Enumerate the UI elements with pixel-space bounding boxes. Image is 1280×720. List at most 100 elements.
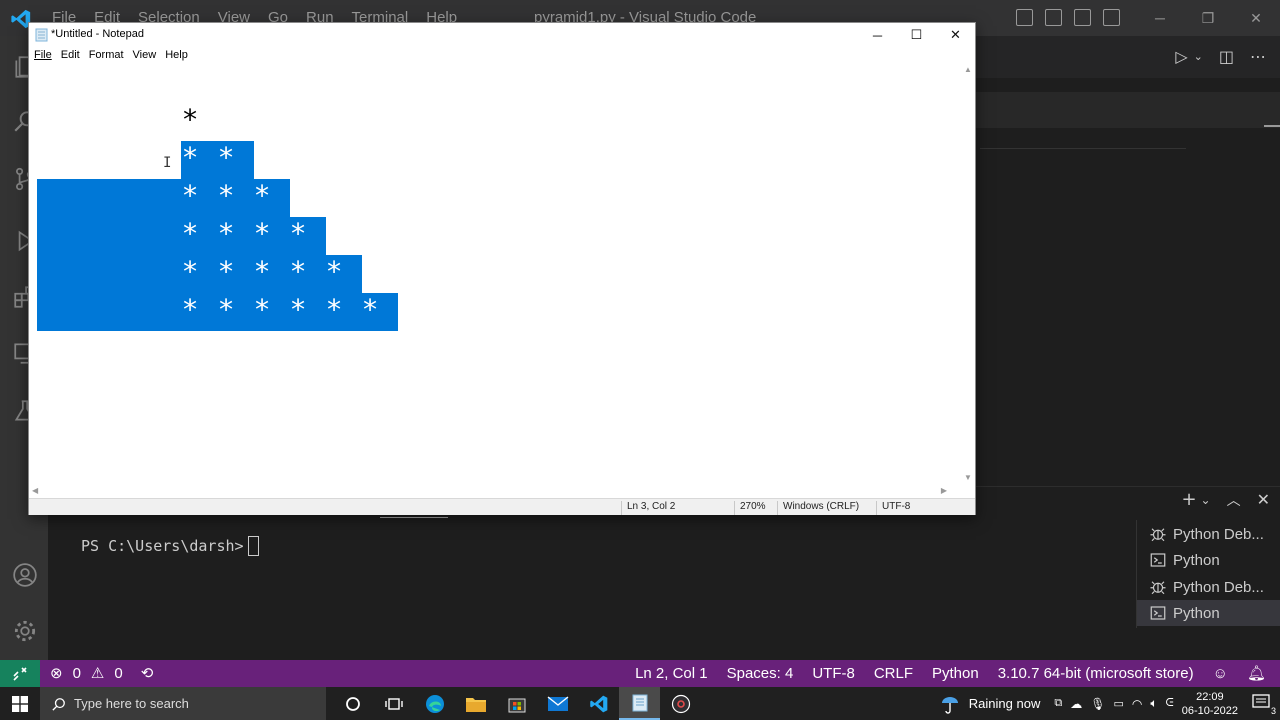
minimap-slider[interactable] <box>1264 125 1280 127</box>
asterisk: * <box>181 103 199 136</box>
menu-view[interactable]: View <box>133 49 157 61</box>
terminal-prompt: PS C:\Users\darsh> <box>81 537 244 555</box>
close-icon[interactable]: ✕ <box>936 23 975 47</box>
error-count: 0 <box>72 664 81 682</box>
volume-icon[interactable]: 🔈︎ <box>1150 696 1157 711</box>
scroll-down-arrow-icon[interactable]: ▼ <box>964 473 972 482</box>
menu-format[interactable]: Format <box>89 49 124 61</box>
terminal-session-label: Python Deb... <box>1173 578 1264 596</box>
accounts-icon[interactable] <box>12 562 38 588</box>
remote-icon <box>13 666 27 681</box>
taskbar-clock[interactable]: 22:09 06-10-2022 <box>1182 690 1238 718</box>
editor-tab-bar: ▷ ⌄ ◫ ⋯ <box>976 36 1280 78</box>
cursor-position[interactable]: Ln 2, Col 1 <box>635 665 708 682</box>
menu-help[interactable]: Help <box>165 49 188 61</box>
statusbar-right: Ln 2, Col 1 Spaces: 4 UTF-8 CRLF Python … <box>635 664 1266 683</box>
horizontal-scrollbar[interactable]: ◀ ▶ <box>29 484 961 498</box>
debug-icon <box>1150 528 1166 542</box>
settings-gear-icon[interactable] <box>12 618 38 644</box>
scroll-up-arrow-icon[interactable]: ▲ <box>964 65 972 74</box>
restore-icon[interactable]: ❐ <box>1184 0 1232 36</box>
asterisk: * <box>181 255 199 288</box>
notifications-bell-icon[interactable]: 🔔︎ <box>1247 664 1266 682</box>
close-panel-icon[interactable]: ✕ <box>1257 490 1270 509</box>
minimize-icon[interactable]: ─ <box>1136 0 1184 36</box>
file-encoding[interactable]: UTF-8 <box>812 665 855 682</box>
taskbar-apps <box>332 687 701 720</box>
new-terminal-icon[interactable]: + <box>1181 489 1196 510</box>
toggle-panel-icon[interactable] <box>1045 9 1062 26</box>
notepad-menubar: File Edit Format View Help <box>34 49 188 61</box>
terminal-prompt-line[interactable]: PS C:\Users\darsh> <box>81 536 259 556</box>
terminal-cursor <box>247 536 259 556</box>
maximize-icon[interactable]: ☐ <box>897 23 936 47</box>
live-share-icon[interactable]: ⟲ <box>141 664 154 682</box>
python-interpreter[interactable]: 3.10.7 64-bit (microsoft store) <box>998 665 1194 682</box>
notepad-window-controls: ─ ☐ ✕ <box>858 23 975 47</box>
minimize-icon[interactable]: ─ <box>858 23 897 47</box>
end-of-line[interactable]: CRLF <box>874 665 913 682</box>
action-center-icon[interactable]: 3 <box>1252 693 1276 716</box>
vertical-scrollbar[interactable]: ▲ ▼ <box>961 65 975 484</box>
run-dropdown-chevron-icon[interactable]: ⌄ <box>1194 47 1203 67</box>
asterisk: * <box>217 293 235 326</box>
input-language-icon[interactable]: ᕮ <box>1166 697 1174 710</box>
microphone-icon[interactable]: 🎙︎ <box>1090 697 1105 711</box>
asterisk: * <box>361 293 379 326</box>
maximize-panel-icon[interactable]: ︿ <box>1227 490 1241 510</box>
asterisk: * <box>289 293 307 326</box>
asterisk: * <box>181 179 199 212</box>
problems-indicator[interactable]: ⊗ 0 ⚠ 0 ⟲ <box>50 664 154 683</box>
remote-indicator[interactable] <box>0 660 40 687</box>
notepad-taskbar-icon[interactable] <box>619 687 660 720</box>
file-explorer-icon[interactable] <box>455 687 496 720</box>
taskbar-search-box[interactable]: Type here to search <box>40 687 326 720</box>
asterisk: * <box>289 255 307 288</box>
notepad-statusbar: Ln 3, Col 2 270% Windows (CRLF) UTF-8 <box>29 498 975 515</box>
terminal-session-python-debug[interactable]: Python Deb... <box>1137 521 1280 547</box>
scroll-right-arrow-icon[interactable]: ▶ <box>941 486 947 495</box>
microsoft-store-icon[interactable] <box>496 687 537 720</box>
cortana-icon[interactable] <box>332 687 373 720</box>
tray-overflow-icon[interactable]: ⧉ <box>1054 697 1062 710</box>
task-view-icon[interactable] <box>373 687 414 720</box>
vscode-statusbar: ⊗ 0 ⚠ 0 ⟲ Ln 2, Col 1 Spaces: 4 UTF-8 CR… <box>0 660 1280 687</box>
toggle-secondary-sidebar-icon[interactable] <box>1074 9 1091 26</box>
split-editor-icon[interactable]: ◫ <box>1219 47 1234 67</box>
terminal-session-python-active[interactable]: Python <box>1137 600 1280 626</box>
network-wifi-icon[interactable]: ◠ <box>1132 697 1142 711</box>
terminal-session-python-debug[interactable]: Python Deb... <box>1137 574 1280 600</box>
menu-edit[interactable]: Edit <box>61 49 80 61</box>
edge-browser-icon[interactable] <box>414 687 455 720</box>
close-icon[interactable]: ✕ <box>1232 0 1280 36</box>
language-mode[interactable]: Python <box>932 665 979 682</box>
toggle-primary-sidebar-icon[interactable] <box>1016 9 1033 26</box>
windows-start-icon[interactable] <box>12 696 28 712</box>
vscode-taskbar-icon[interactable] <box>578 687 619 720</box>
search-placeholder: Type here to search <box>74 696 189 711</box>
notepad-titlebar[interactable]: *Untitled - Notepad ─ ☐ ✕ <box>29 23 975 47</box>
indentation[interactable]: Spaces: 4 <box>727 665 794 682</box>
menu-file[interactable]: File <box>34 49 52 61</box>
customize-layout-icon[interactable] <box>1103 9 1120 26</box>
mail-icon[interactable] <box>537 687 578 720</box>
notepad-app-icon <box>35 28 48 42</box>
terminal-session-label: Python Deb... <box>1173 525 1264 543</box>
terminal-session-label: Python <box>1173 551 1220 569</box>
current-line-highlight <box>976 92 1280 128</box>
weather-text[interactable]: Raining now <box>969 696 1041 711</box>
more-actions-icon[interactable]: ⋯ <box>1250 47 1266 67</box>
run-python-file-icon[interactable]: ▷ <box>1175 47 1187 67</box>
notepad-title: *Untitled - Notepad <box>51 28 144 40</box>
asterisk: * <box>181 141 199 174</box>
obs-studio-icon[interactable] <box>660 687 701 720</box>
clock-time: 22:09 <box>1196 690 1224 703</box>
battery-icon[interactable]: ▭ <box>1113 697 1123 710</box>
terminal-session-python[interactable]: Python <box>1137 547 1280 573</box>
editor-guide <box>980 148 1186 149</box>
scroll-left-arrow-icon[interactable]: ◀ <box>32 486 38 495</box>
feedback-icon[interactable]: ☺ <box>1213 665 1228 682</box>
notepad-text-area[interactable]: * * * * * * * * * * * * * * * * * * * * … <box>37 65 961 484</box>
onedrive-cloud-icon[interactable]: ☁ <box>1070 697 1082 711</box>
terminal-dropdown-chevron-icon[interactable]: ⌄ <box>1201 493 1211 507</box>
